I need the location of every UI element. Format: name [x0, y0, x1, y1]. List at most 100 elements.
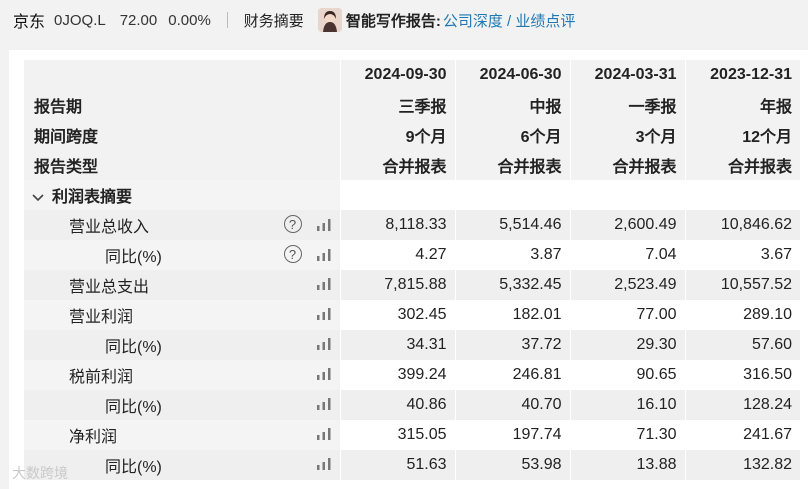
cell-value: 37.72 [454, 330, 570, 360]
column-report-type: 合并报表 [684, 150, 800, 180]
row-label: 同比(%) [105, 459, 162, 476]
cell-value: 3.87 [454, 240, 570, 270]
cell-value: 241.67 [684, 420, 800, 450]
table-row: 营业总支出 7,815.88 5,332.45 2,523.49 10,557.… [24, 270, 800, 300]
bar-chart-icon[interactable] [316, 425, 332, 441]
table-row: 净利润 315.05 197.74 71.30 241.67 [24, 420, 800, 450]
column-period: 年报 [684, 90, 800, 120]
cell-value: 132.82 [684, 450, 800, 480]
cell-value: 2,600.49 [569, 210, 685, 240]
header-row-type: 报告类型 合并报表 合并报表 合并报表 合并报表 [24, 150, 800, 180]
question-circle-icon[interactable]: ? [283, 215, 302, 233]
column-period: 一季报 [569, 90, 685, 120]
bar-chart-icon[interactable] [316, 365, 332, 381]
column-date: 2023-12-31 [684, 60, 800, 90]
chevron-down-icon[interactable] [32, 191, 44, 205]
section-title: 利润表摘要 [52, 189, 133, 206]
header-row-period: 报告期 三季报 中报 一季报 年报 [24, 90, 800, 120]
empty-cell [455, 180, 570, 210]
table-row: 营业总收入 ? 8,118.33 5,514.46 2,600.49 10,84… [24, 210, 800, 240]
column-span: 12个月 [684, 120, 800, 150]
table-row: 同比(%) 34.31 37.72 29.30 57.60 [24, 330, 800, 360]
bar-chart-icon[interactable] [316, 246, 332, 262]
financial-table-panel: 2024-09-30 2024-06-30 2024-03-31 2023-12… [9, 50, 808, 489]
cell-value: 289.10 [684, 300, 800, 330]
cell-value: 8,118.33 [339, 210, 455, 240]
header-row-span: 期间跨度 9个月 6个月 3个月 12个月 [24, 120, 800, 150]
column-date: 2024-06-30 [454, 60, 570, 90]
cell-value: 71.30 [569, 420, 685, 450]
cell-value: 315.05 [339, 420, 455, 450]
bar-chart-icon[interactable] [316, 305, 332, 321]
empty-cell [570, 180, 685, 210]
financial-summary-tab[interactable]: 财务摘要 [244, 10, 304, 31]
cell-value: 128.24 [684, 390, 800, 420]
cell-value: 34.31 [339, 330, 455, 360]
column-span: 6个月 [454, 120, 570, 150]
top-bar: 京东 0JOQ.L 72.00 0.00% 财务摘要 智能写作报告: 公司深度 … [0, 0, 808, 40]
divider [226, 12, 228, 28]
empty-cell [685, 180, 800, 210]
column-span: 9个月 [339, 120, 455, 150]
cell-value: 5,514.46 [454, 210, 570, 240]
cell-value: 182.01 [454, 300, 570, 330]
cell-value: 5,332.45 [454, 270, 570, 300]
cell-value: 40.86 [339, 390, 455, 420]
stock-price: 72.00 [119, 11, 158, 29]
cell-value: 77.00 [569, 300, 685, 330]
cell-value: 90.65 [569, 360, 685, 390]
bar-chart-icon[interactable] [316, 275, 332, 291]
column-report-type: 合并报表 [339, 150, 455, 180]
table-row: 同比(%) 40.86 40.70 16.10 128.24 [24, 390, 800, 420]
bar-chart-icon[interactable] [316, 335, 332, 351]
table-row: 营业利润 302.45 182.01 77.00 289.10 [24, 300, 800, 330]
table-row: 同比(%) ? 4.27 3.87 7.04 3.67 [24, 240, 800, 270]
cell-value: 7,815.88 [339, 270, 455, 300]
row-label: 营业总支出 [69, 279, 150, 296]
cell-value: 7.04 [569, 240, 685, 270]
cell-value: 53.98 [454, 450, 570, 480]
column-date: 2024-09-30 [339, 60, 455, 90]
column-span: 3个月 [569, 120, 685, 150]
ai-report-links[interactable]: 公司深度 / 业绩点评 [443, 10, 576, 31]
row-label: 净利润 [69, 429, 118, 446]
column-period: 三季报 [339, 90, 455, 120]
row-label: 营业利润 [69, 309, 134, 326]
row-label: 税前利润 [69, 369, 134, 386]
cell-value: 13.88 [569, 450, 685, 480]
table-row: 税前利润 399.24 246.81 90.65 316.50 [24, 360, 800, 390]
cell-value: 3.67 [684, 240, 800, 270]
section-income-summary[interactable]: 利润表摘要 [24, 180, 800, 210]
empty-cell [340, 180, 455, 210]
row-label: 同比(%) [105, 399, 162, 416]
column-report-type: 合并报表 [454, 150, 570, 180]
bar-chart-icon[interactable] [316, 395, 332, 411]
header-label: 报告类型 [24, 150, 340, 180]
header-label: 报告期 [24, 90, 340, 120]
header-label: 期间跨度 [24, 120, 340, 150]
row-label: 营业总收入 [69, 219, 150, 236]
cell-value: 10,557.52 [684, 270, 800, 300]
bar-chart-icon[interactable] [316, 455, 332, 471]
cell-value: 29.30 [569, 330, 685, 360]
row-label: 同比(%) [105, 249, 162, 266]
header-label [24, 60, 340, 90]
column-period: 中报 [454, 90, 570, 120]
stock-name: 京东 [13, 14, 46, 31]
column-date: 2024-03-31 [569, 60, 685, 90]
watermark: 大数跨境 [12, 463, 68, 483]
cell-value: 16.10 [569, 390, 685, 420]
avatar [317, 8, 342, 32]
cell-value: 51.63 [339, 450, 455, 480]
stock-code: 0JOQ.L [54, 11, 106, 29]
cell-value: 399.24 [339, 360, 455, 390]
header-row-date: 2024-09-30 2024-06-30 2024-03-31 2023-12… [24, 60, 800, 90]
cell-value: 316.50 [684, 360, 800, 390]
cell-value: 2,523.49 [569, 270, 685, 300]
cell-value: 4.27 [339, 240, 455, 270]
section-toggle[interactable]: 利润表摘要 [24, 180, 340, 210]
table-row: 同比(%) 51.63 53.98 13.88 132.82 [24, 450, 800, 480]
bar-chart-icon[interactable] [316, 216, 332, 232]
question-circle-icon[interactable]: ? [283, 245, 302, 263]
watermark-text: 大数跨境 [12, 465, 68, 481]
